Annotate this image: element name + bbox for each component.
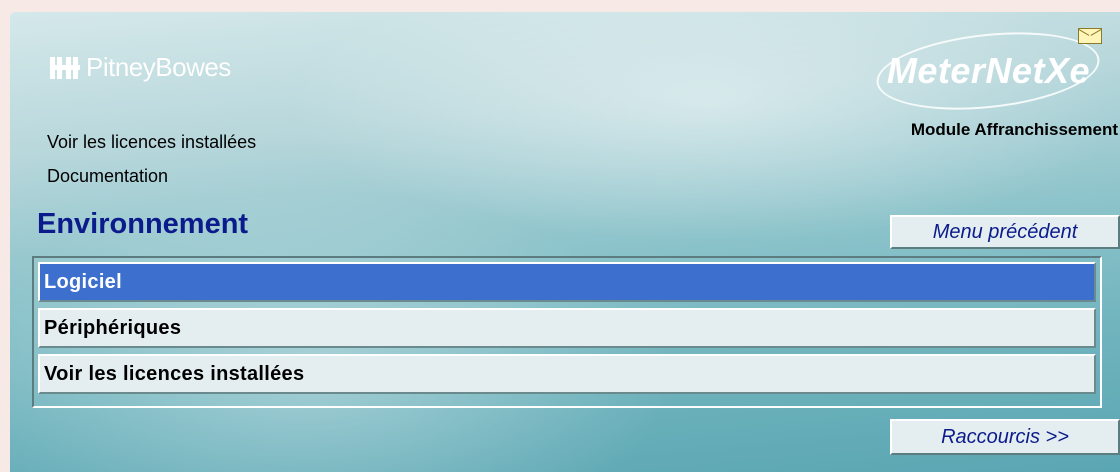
- link-installed-licences[interactable]: Voir les licences installées: [47, 132, 256, 153]
- menu-item-peripheriques[interactable]: Périphériques: [38, 308, 1096, 348]
- menu-list: Logiciel Périphériques Voir les licences…: [32, 256, 1102, 408]
- module-title: Module Affranchissement: [910, 120, 1118, 139]
- pitney-bowes-logo-icon: [50, 55, 80, 81]
- link-documentation[interactable]: Documentation: [47, 166, 168, 187]
- meternet-logo: MeterNetXe: [887, 50, 1090, 92]
- shortcuts-button[interactable]: Raccourcis >>: [890, 419, 1120, 455]
- menu-item-licences[interactable]: Voir les licences installées: [38, 354, 1096, 394]
- pitney-bowes-logo: PitneyBowes: [50, 52, 231, 83]
- main-panel: PitneyBowes MeterNetXe Module Affranchis…: [10, 12, 1120, 472]
- menu-item-logiciel[interactable]: Logiciel: [38, 262, 1096, 302]
- meternet-logo-text: MeterNet: [886, 50, 1045, 91]
- pitney-bowes-logo-text: PitneyBowes: [86, 52, 231, 82]
- section-heading: Environnement: [37, 208, 249, 240]
- meternet-logo-suffix: Xe: [1044, 50, 1090, 91]
- previous-menu-button[interactable]: Menu précédent: [890, 215, 1120, 249]
- envelope-icon: [1078, 28, 1102, 44]
